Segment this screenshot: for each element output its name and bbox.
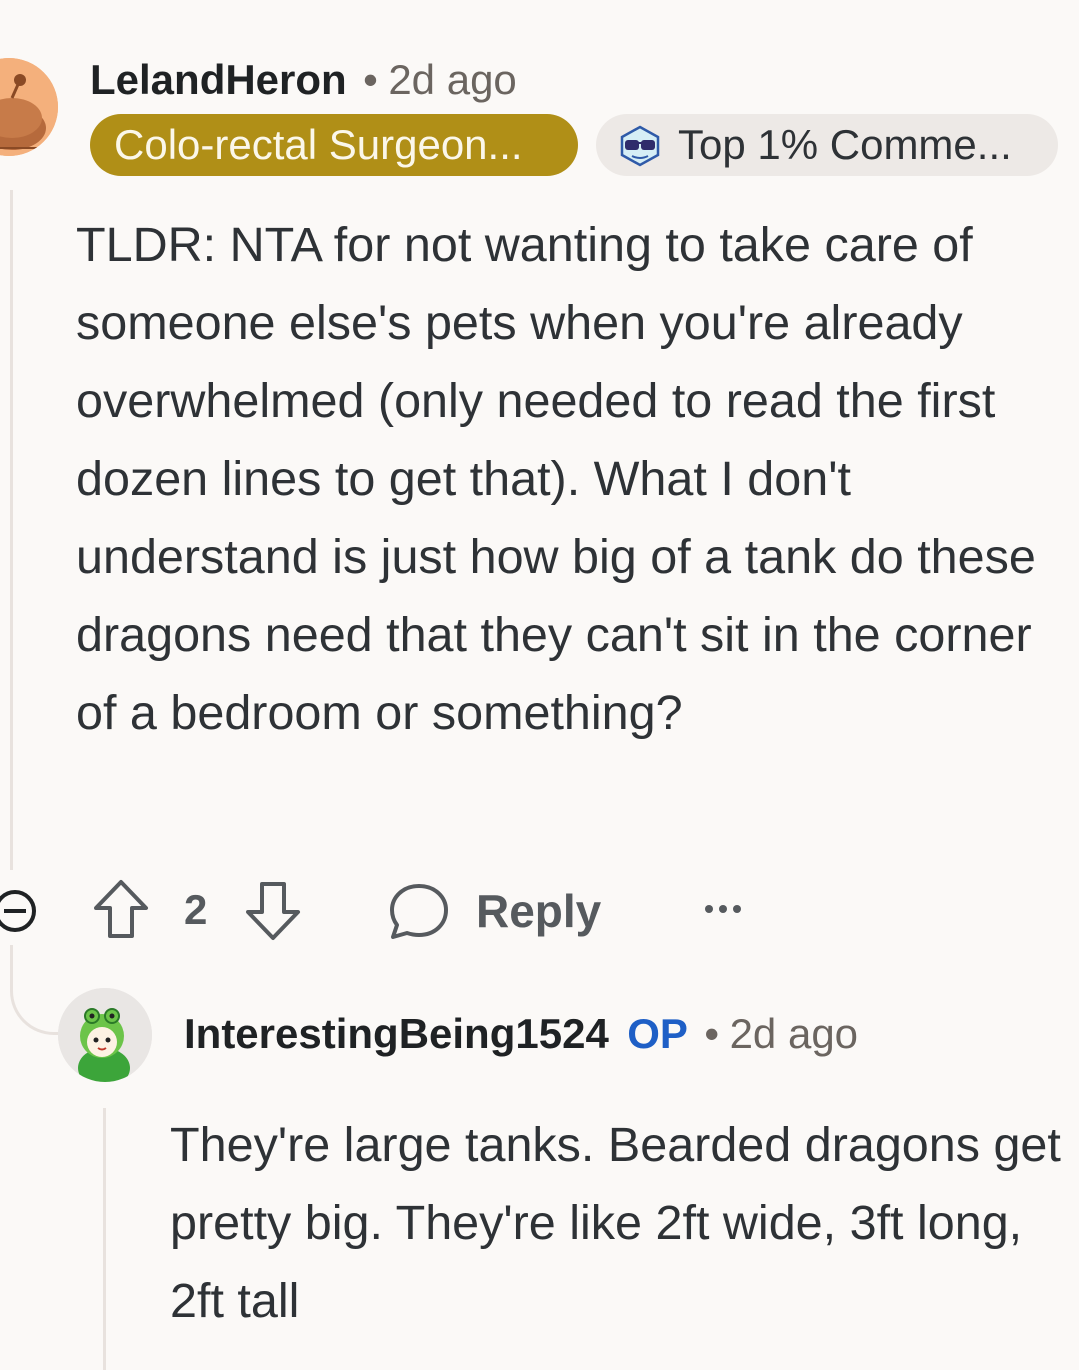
upvote-icon[interactable] [92,878,150,940]
comment-header: LelandHeron • 2d ago [90,56,517,104]
snoo-avatar[interactable] [0,58,58,156]
downvote-icon[interactable] [244,880,302,942]
comment-time: 2d ago [388,56,517,103]
reply-thread-line [103,1108,106,1370]
reply-time: 2d ago [729,1010,859,1057]
collapse-icon[interactable] [0,888,38,934]
sunglasses-icon [618,124,662,168]
user-flair: Colo-rectal Surgeon... [90,114,578,176]
comment-author[interactable]: LelandHeron [90,56,347,103]
more-options-icon[interactable] [703,898,745,918]
meta-separator: • [363,56,378,103]
reply-body: They're large tanks. Bearded dragons get… [170,1118,1061,1328]
reply-header: InterestingBeing1524 OP • 2d ago [184,1010,858,1058]
reply-button[interactable]: Reply [476,884,601,938]
meta-separator: • [704,1010,720,1057]
achievement-badge[interactable]: Top 1% Comme... [596,114,1058,176]
op-badge: OP [627,1010,688,1057]
thread-line [10,190,13,870]
frog-hat-avatar[interactable] [58,988,152,1082]
reply-author[interactable]: InterestingBeing1524 [184,1010,609,1057]
comment-body: TLDR: NTA for not wanting to take care o… [76,218,1036,740]
comment-bubble-icon[interactable] [388,880,450,942]
vote-count: 2 [184,886,208,933]
